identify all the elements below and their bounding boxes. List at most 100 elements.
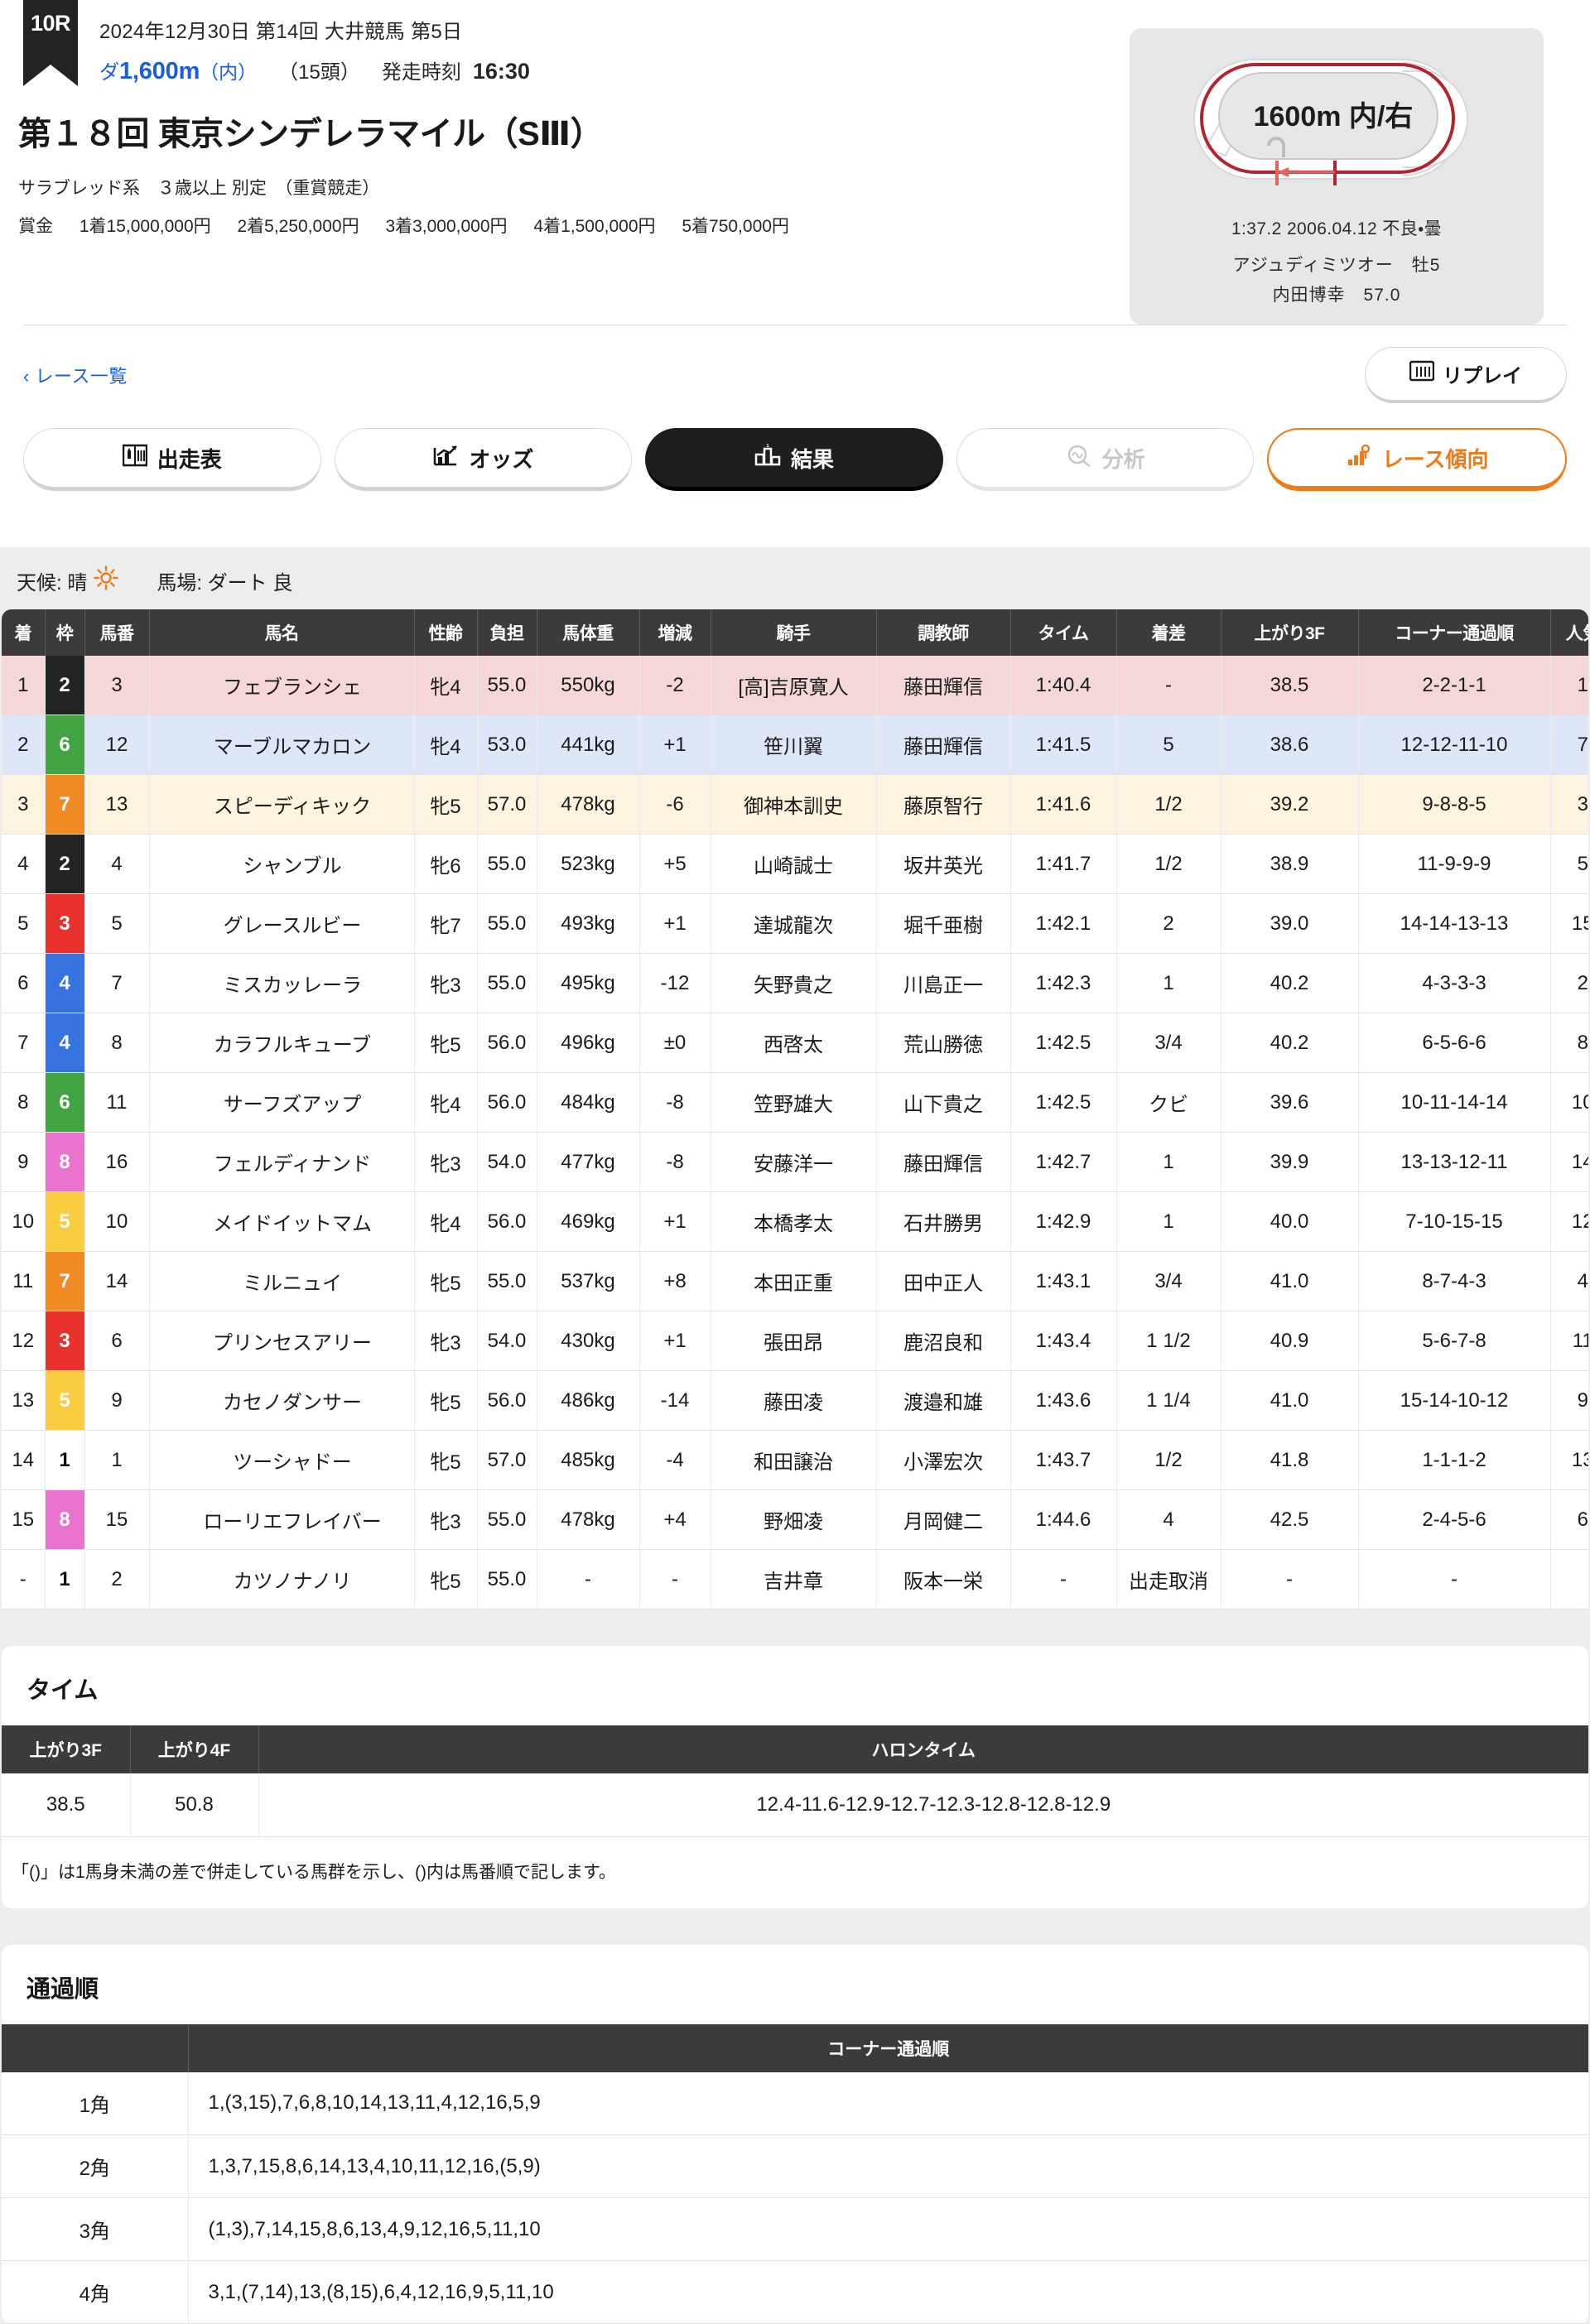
cell-jockey[interactable]: 山崎誠士 xyxy=(711,835,876,894)
table-row: 123フェブランシェ牝455.0550kg-2[高]吉原寛人藤田輝信1:40.4… xyxy=(2,656,1588,715)
cell-jockey[interactable]: 御神本訓史 xyxy=(711,775,876,835)
tab-analysis[interactable]: 分析 xyxy=(956,428,1255,491)
cell-trainer[interactable]: 坂井英光 xyxy=(876,835,1010,894)
cell-rank: 7 xyxy=(2,1013,45,1073)
cell-horse-weight: 477kg xyxy=(537,1133,639,1192)
cell-jockey[interactable]: 西啓太 xyxy=(711,1013,876,1073)
cell-trainer[interactable]: 藤田輝信 xyxy=(876,715,1010,775)
cell-popularity: 8 xyxy=(1550,1013,1588,1073)
cell-horse-name[interactable]: ツーシャドー xyxy=(149,1431,414,1490)
col-time-last3f: 上がり3F xyxy=(2,1725,130,1773)
cell-popularity: 15 xyxy=(1550,894,1588,954)
time-section-note: 「()」は1馬身未満の差で併走している馬群を示し、()内は馬番順で記します。 xyxy=(2,1837,1588,1908)
cell-horse-name[interactable]: サーフズアップ xyxy=(149,1073,414,1133)
cell-jockey[interactable]: 野畑凌 xyxy=(711,1490,876,1550)
cell-popularity: 3 xyxy=(1550,775,1588,835)
cell-jockey[interactable]: 吉井章 xyxy=(711,1550,876,1609)
cell-trainer[interactable]: 鹿沼良和 xyxy=(876,1311,1010,1371)
cell-frame: 3 xyxy=(45,1311,84,1371)
cell-horse-weight: 478kg xyxy=(537,1490,639,1550)
cell-weight-carried: 54.0 xyxy=(477,1311,537,1371)
cell-margin: 1/2 xyxy=(1116,775,1221,835)
cell-trainer[interactable]: 川島正一 xyxy=(876,954,1010,1013)
cell-jockey[interactable]: [高]吉原寛人 xyxy=(711,656,876,715)
cell-jockey[interactable]: 張田昂 xyxy=(711,1311,876,1371)
replay-button-label: リプレイ xyxy=(1443,359,1522,388)
cell-sex-age: 牝3 xyxy=(414,1133,477,1192)
col-corner-passing-order: コーナー通過順 xyxy=(188,2024,1588,2072)
cell-horse-number: 5 xyxy=(84,894,149,954)
cell-jockey[interactable]: 達城龍次 xyxy=(711,894,876,954)
cell-sex-age: 牝4 xyxy=(414,656,477,715)
cell-jockey[interactable]: 和田譲治 xyxy=(711,1431,876,1490)
frame-color-badge: 8 xyxy=(46,1133,84,1191)
cell-time: - xyxy=(1010,1550,1116,1609)
nav-row: ‹ レース一覧 リプレイ xyxy=(0,325,1590,403)
cell-sex-age: 牝5 xyxy=(414,1371,477,1431)
cell-time: 1:42.5 xyxy=(1010,1073,1116,1133)
cell-horse-name[interactable]: フェルディナンド xyxy=(149,1133,414,1192)
cell-trainer[interactable]: 山下貴之 xyxy=(876,1073,1010,1133)
back-to-race-list-link[interactable]: ‹ レース一覧 xyxy=(23,362,128,388)
cell-corner-order: 14-14-13-13 xyxy=(1358,894,1550,954)
cell-trainer[interactable]: 堀千亜樹 xyxy=(876,894,1010,954)
cell-last3f: 39.9 xyxy=(1221,1133,1358,1192)
cell-popularity: 4 xyxy=(1550,1252,1588,1311)
cell-trainer[interactable]: 田中正人 xyxy=(876,1252,1010,1311)
cell-trainer[interactable]: 渡邉和雄 xyxy=(876,1371,1010,1431)
cell-jockey[interactable]: 本田正重 xyxy=(711,1252,876,1311)
cell-horse-number: 8 xyxy=(84,1013,149,1073)
cell-weight-diff: +1 xyxy=(639,1192,711,1252)
cell-jockey[interactable]: 安藤洋一 xyxy=(711,1133,876,1192)
cell-horse-name[interactable]: スピーディキック xyxy=(149,775,414,835)
cell-horse-name[interactable]: ミスカッレーラ xyxy=(149,954,414,1013)
cell-weight-carried: 55.0 xyxy=(477,835,537,894)
passing-order-title: 通過順 xyxy=(2,1970,1588,2024)
frame-color-badge: 7 xyxy=(46,775,84,834)
cell-trainer[interactable]: 藤田輝信 xyxy=(876,1133,1010,1192)
cell-horse-name[interactable]: カツノナノリ xyxy=(149,1550,414,1609)
cell-horse-name[interactable]: ミルニュイ xyxy=(149,1252,414,1311)
cell-trainer[interactable]: 藤田輝信 xyxy=(876,656,1010,715)
cell-jockey[interactable]: 笹川翼 xyxy=(711,715,876,775)
replay-button[interactable]: リプレイ xyxy=(1365,347,1567,403)
corner-order-value: 1,3,7,15,8,6,14,13,4,10,11,12,16,(5,9) xyxy=(188,2135,1588,2198)
cell-horse-name[interactable]: ローリエフレイバー xyxy=(149,1490,414,1550)
cell-jockey[interactable]: 矢野貴之 xyxy=(711,954,876,1013)
cell-horse-name[interactable]: グレースルビー xyxy=(149,894,414,954)
cell-trainer[interactable]: 藤原智行 xyxy=(876,775,1010,835)
tab-result[interactable]: 1 結果 xyxy=(645,428,943,491)
cell-trainer[interactable]: 月岡健二 xyxy=(876,1490,1010,1550)
cell-rank: 14 xyxy=(2,1431,45,1490)
cell-horse-name[interactable]: カラフルキューブ xyxy=(149,1013,414,1073)
cell-trainer[interactable]: 小澤宏次 xyxy=(876,1431,1010,1490)
cell-trainer[interactable]: 石井勝男 xyxy=(876,1192,1010,1252)
cell-weight-diff: +1 xyxy=(639,894,711,954)
cell-weight-carried: 57.0 xyxy=(477,775,537,835)
cell-jockey[interactable]: 本橋孝太 xyxy=(711,1192,876,1252)
result-icon: 1 xyxy=(754,444,781,473)
cell-rank: 6 xyxy=(2,954,45,1013)
cell-horse-name[interactable]: マーブルマカロン xyxy=(149,715,414,775)
cell-jockey[interactable]: 藤田凌 xyxy=(711,1371,876,1431)
cell-horse-name[interactable]: シャンブル xyxy=(149,835,414,894)
cell-weight-carried: 55.0 xyxy=(477,1252,537,1311)
sun-icon xyxy=(94,565,118,596)
cell-horse-name[interactable]: フェブランシェ xyxy=(149,656,414,715)
cell-time: 1:42.9 xyxy=(1010,1192,1116,1252)
cell-trainer[interactable]: 荒山勝徳 xyxy=(876,1013,1010,1073)
cell-horse-name[interactable]: プリンセスアリー xyxy=(149,1311,414,1371)
tab-entry-table[interactable]: 出走表 xyxy=(23,428,321,491)
cell-weight-carried: 56.0 xyxy=(477,1192,537,1252)
tab-race-trend[interactable]: レース傾向 xyxy=(1267,428,1567,491)
cell-jockey[interactable]: 笠野雄大 xyxy=(711,1073,876,1133)
table-row: 15815ローリエフレイバー牝355.0478kg+4野畑凌月岡健二1:44.6… xyxy=(2,1490,1588,1550)
frame-color-badge: 6 xyxy=(46,1073,84,1132)
tab-odds[interactable]: オッズ xyxy=(335,428,633,491)
cell-horse-name[interactable]: カセノダンサー xyxy=(149,1371,414,1431)
cell-horse-name[interactable]: メイドイットマム xyxy=(149,1192,414,1252)
cell-margin: 1/2 xyxy=(1116,1431,1221,1490)
cell-trainer[interactable]: 阪本一栄 xyxy=(876,1550,1010,1609)
col-halon-time: ハロンタイム xyxy=(258,1725,1588,1773)
table-row: 1411ツーシャドー牝557.0485kg-4和田譲治小澤宏次1:43.71/2… xyxy=(2,1431,1588,1490)
